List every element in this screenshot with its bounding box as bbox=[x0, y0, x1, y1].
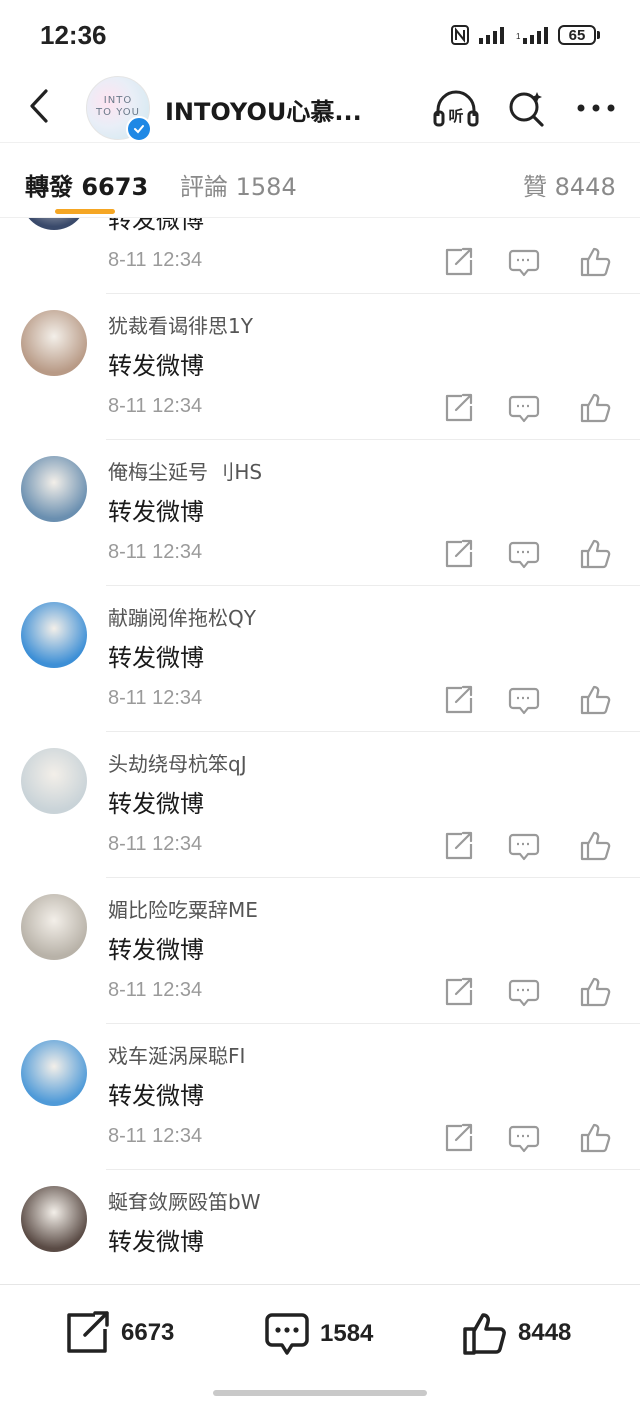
repost-text: 转发微博 bbox=[108, 790, 204, 818]
tab-comments[interactable]: 評論 1584 bbox=[180, 167, 297, 202]
like-button[interactable]: 8448 bbox=[462, 1311, 571, 1355]
avatar[interactable] bbox=[21, 310, 87, 376]
tab-indicator bbox=[55, 209, 115, 214]
comment-icon bbox=[265, 1313, 309, 1355]
list-item[interactable]: 头劫绕母杭笨qJ 转发微博 8-11 12:34 bbox=[0, 732, 640, 878]
listen-button[interactable]: 听 bbox=[432, 84, 480, 132]
more-icon bbox=[577, 104, 615, 112]
list-item[interactable]: 转发微博 8-11 12:34 bbox=[0, 218, 640, 294]
thumbs-up-icon[interactable] bbox=[578, 975, 612, 1009]
like-count: 8448 bbox=[518, 1319, 572, 1346]
tab-bar: 轉發 6673 評論 1584 贊 8448 bbox=[0, 142, 640, 218]
share-icon[interactable] bbox=[441, 829, 475, 863]
thumbs-up-icon[interactable] bbox=[578, 1121, 612, 1155]
username[interactable]: 戏车涎涡屎聪FI bbox=[108, 1040, 245, 1069]
svg-text:听: 听 bbox=[448, 107, 463, 125]
username[interactable]: 蜒耷敛厥殴笛bW bbox=[108, 1186, 260, 1215]
share-icon[interactable] bbox=[441, 391, 475, 425]
avatar[interactable] bbox=[21, 218, 87, 230]
comment-icon[interactable] bbox=[507, 391, 541, 425]
timestamp: 8-11 12:34 bbox=[108, 395, 203, 417]
repost-count: 6673 bbox=[121, 1319, 175, 1346]
list-item[interactable]: 戏车涎涡屎聪FI 转发微博 8-11 12:34 bbox=[0, 1024, 640, 1170]
avatar[interactable] bbox=[21, 456, 87, 522]
page-title[interactable]: INTOYOU心慕... bbox=[165, 92, 362, 127]
thumbs-up-icon[interactable] bbox=[578, 391, 612, 425]
comment-icon[interactable] bbox=[507, 537, 541, 571]
battery-icon: 65 bbox=[558, 25, 600, 45]
thumbs-up-icon[interactable] bbox=[578, 683, 612, 717]
svg-text:1: 1 bbox=[516, 32, 521, 41]
timestamp: 8-11 12:34 bbox=[108, 979, 203, 1001]
timestamp: 8-11 12:34 bbox=[108, 687, 203, 709]
more-button[interactable] bbox=[572, 84, 620, 132]
signal-icon-2: 1 bbox=[516, 27, 548, 44]
avatar[interactable] bbox=[21, 1040, 87, 1106]
list-item[interactable]: 俺梅尘延号 刂HS 转发微博 8-11 12:34 bbox=[0, 440, 640, 586]
comment-count: 1584 bbox=[320, 1320, 374, 1347]
timestamp: 8-11 12:34 bbox=[108, 1125, 203, 1147]
repost-text: 转发微博 bbox=[108, 936, 204, 964]
share-icon bbox=[67, 1311, 109, 1353]
share-icon[interactable] bbox=[441, 683, 475, 717]
tab-likes[interactable]: 贊 8448 bbox=[523, 167, 616, 202]
thumbs-up-icon[interactable] bbox=[578, 245, 612, 279]
verified-badge-icon bbox=[126, 116, 152, 142]
comment-button[interactable]: 1584 bbox=[264, 1311, 373, 1357]
list-item[interactable]: 蜒耷敛厥殴笛bW 转发微博 bbox=[0, 1170, 640, 1284]
avatar[interactable] bbox=[21, 748, 87, 814]
signal-icon bbox=[479, 27, 504, 44]
headphones-icon: 听 bbox=[433, 90, 479, 127]
status-time: 12:36 bbox=[40, 20, 107, 50]
list-item[interactable]: 媚比险吃粟辞ME 转发微博 8-11 12:34 bbox=[0, 878, 640, 1024]
username[interactable]: 俺梅尘延号 刂HS bbox=[108, 456, 262, 485]
repost-text: 转发微博 bbox=[108, 1228, 204, 1256]
share-icon[interactable] bbox=[441, 1121, 475, 1155]
timestamp: 8-11 12:34 bbox=[108, 833, 203, 855]
share-icon[interactable] bbox=[441, 537, 475, 571]
thumbs-up-icon[interactable] bbox=[578, 537, 612, 571]
nfc-icon bbox=[451, 25, 469, 45]
thumbs-up-icon[interactable] bbox=[578, 829, 612, 863]
comment-icon[interactable] bbox=[507, 1121, 541, 1155]
repost-text: 转发微博 bbox=[108, 218, 204, 234]
comment-icon[interactable] bbox=[507, 829, 541, 863]
comment-icon[interactable] bbox=[507, 975, 541, 1009]
comment-icon[interactable] bbox=[507, 245, 541, 279]
thumbs-up-icon bbox=[463, 1313, 506, 1355]
status-icons: 1 65 bbox=[450, 24, 600, 46]
username[interactable]: 媚比险吃粟辞ME bbox=[108, 894, 258, 923]
header: INTO TO YOU INTOYOU心慕... 听 bbox=[0, 72, 640, 142]
repost-text: 转发微博 bbox=[108, 1082, 204, 1110]
share-icon[interactable] bbox=[441, 975, 475, 1009]
username[interactable]: 犹裁看谒徘思1Y bbox=[108, 310, 253, 339]
share-icon[interactable] bbox=[441, 245, 475, 279]
list-item[interactable]: 献蹦阅侔拖松QY 转发微博 8-11 12:34 bbox=[0, 586, 640, 732]
username[interactable]: 头劫绕母杭笨qJ bbox=[108, 748, 247, 777]
bottom-action-bar: 6673 1584 8448 bbox=[0, 1284, 640, 1381]
status-bar: 12:36 1 65 bbox=[0, 0, 640, 72]
repost-text: 转发微博 bbox=[108, 644, 204, 672]
list-item[interactable]: 犹裁看谒徘思1Y 转发微博 8-11 12:34 bbox=[0, 294, 640, 440]
avatar[interactable] bbox=[21, 894, 87, 960]
search-icon bbox=[509, 92, 544, 127]
home-indicator[interactable] bbox=[213, 1390, 427, 1396]
timestamp: 8-11 12:34 bbox=[108, 541, 203, 563]
search-button[interactable] bbox=[502, 84, 550, 132]
repost-text: 转发微博 bbox=[108, 352, 204, 380]
chevron-left-icon bbox=[30, 89, 48, 123]
timestamp: 8-11 12:34 bbox=[108, 249, 203, 271]
avatar[interactable] bbox=[21, 602, 87, 668]
back-button[interactable] bbox=[20, 86, 60, 126]
repost-list[interactable]: 转发微博 8-11 12:34 犹裁看谒徘思1Y 转发微博 8-11 12:34 俺梅尘延… bbox=[0, 218, 640, 1284]
avatar[interactable] bbox=[21, 1186, 87, 1252]
tab-reposts[interactable]: 轉發 6673 bbox=[25, 167, 148, 202]
username[interactable]: 献蹦阅侔拖松QY bbox=[108, 602, 256, 631]
repost-button[interactable]: 6673 bbox=[65, 1311, 174, 1355]
repost-text: 转发微博 bbox=[108, 498, 204, 526]
comment-icon[interactable] bbox=[507, 683, 541, 717]
